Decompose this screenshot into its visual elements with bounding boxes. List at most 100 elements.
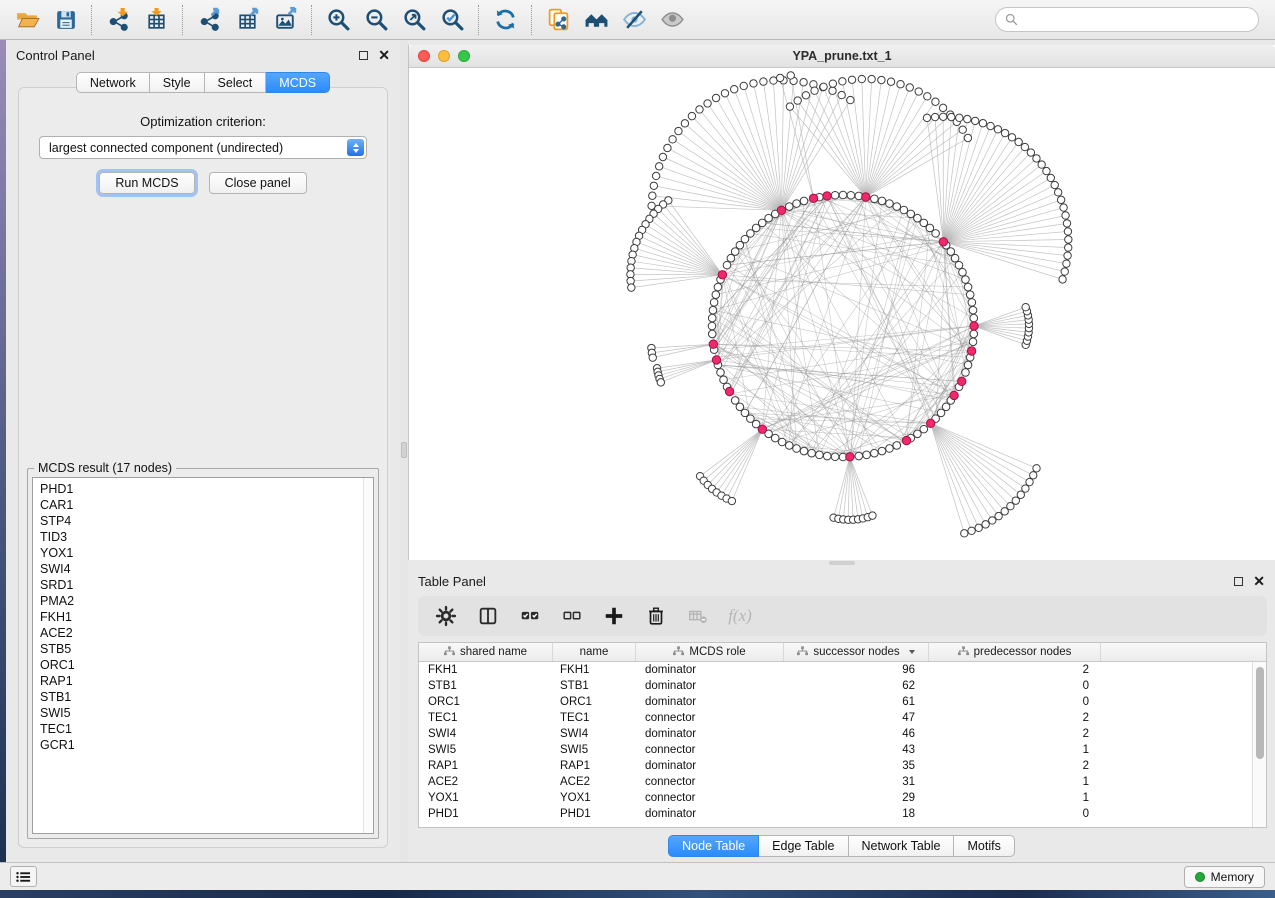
refresh-icon[interactable]: [488, 4, 522, 36]
column-header-name[interactable]: name: [553, 643, 636, 661]
list-item[interactable]: SRD1: [40, 577, 373, 593]
export-image-icon[interactable]: [268, 4, 302, 36]
criterion-dropdown[interactable]: largest connected component (undirected): [39, 136, 367, 159]
list-item[interactable]: YOX1: [40, 545, 373, 561]
table-row[interactable]: YOX1YOX1connector291: [419, 790, 1252, 806]
task-history-button[interactable]: [10, 866, 37, 887]
main-toolbar: [0, 0, 1275, 40]
save-icon[interactable]: [48, 4, 82, 36]
delete-column-icon[interactable]: [642, 602, 670, 630]
list-item[interactable]: TEC1: [40, 721, 373, 737]
table-row[interactable]: ACE2ACE2connector311: [419, 774, 1252, 790]
list-item[interactable]: FKH1: [40, 609, 373, 625]
show-all-icon[interactable]: [655, 4, 689, 36]
mcds-result-list[interactable]: PHD1CAR1STP4TID3YOX1SWI4SRD1PMA2FKH1ACE2…: [32, 477, 374, 834]
node-table-body: FKH1FKH1dominator962STB1STB1dominator620…: [419, 662, 1252, 827]
first-neighbors-icon[interactable]: [579, 4, 613, 36]
list-item[interactable]: ORC1: [40, 657, 373, 673]
deselect-all-icon[interactable]: [558, 602, 586, 630]
list-item[interactable]: ACE2: [40, 625, 373, 641]
import-table-icon[interactable]: [139, 4, 173, 36]
close-window-icon[interactable]: [418, 50, 430, 62]
table-row[interactable]: ORC1ORC1dominator610: [419, 694, 1252, 710]
table-cell: ACE2: [419, 776, 553, 788]
status-bar: Memory: [0, 862, 1275, 890]
list-item[interactable]: STB1: [40, 689, 373, 705]
tab-network[interactable]: Network: [76, 72, 150, 93]
app-window: Control Panel ✕ Network Style Select MCD…: [0, 0, 1275, 898]
zoom-in-icon[interactable]: [321, 4, 355, 36]
open-icon[interactable]: [10, 4, 44, 36]
tab-style[interactable]: Style: [150, 72, 205, 93]
list-item[interactable]: CAR1: [40, 497, 373, 513]
export-network-icon[interactable]: [192, 4, 226, 36]
table-toolbar: f(x): [418, 596, 1267, 636]
table-header-row: shared name name MCDS role successor nod…: [419, 643, 1266, 662]
network-graph[interactable]: [409, 68, 1275, 560]
tab-network-table[interactable]: Network Table: [849, 835, 955, 857]
zoom-fit-icon[interactable]: [397, 4, 431, 36]
list-item[interactable]: STP4: [40, 513, 373, 529]
split-view-icon[interactable]: [474, 602, 502, 630]
select-all-icon[interactable]: [516, 602, 544, 630]
list-item[interactable]: PHD1: [40, 481, 373, 497]
zoom-out-icon[interactable]: [359, 4, 393, 36]
close-panel-icon[interactable]: ✕: [1253, 577, 1265, 586]
tab-select[interactable]: Select: [205, 72, 267, 93]
table-cell: FKH1: [553, 664, 636, 676]
table-row[interactable]: STB1STB1dominator620: [419, 678, 1252, 694]
search-box[interactable]: [995, 7, 1259, 32]
network-window-titlebar[interactable]: YPA_prune.txt_1: [409, 45, 1275, 68]
table-scrollbar[interactable]: [1252, 662, 1266, 827]
list-item[interactable]: SWI5: [40, 705, 373, 721]
close-panel-icon[interactable]: ✕: [378, 51, 390, 60]
splitter-grip[interactable]: [401, 442, 407, 458]
add-column-icon[interactable]: [600, 602, 628, 630]
list-item[interactable]: TID3: [40, 529, 373, 545]
list-item[interactable]: SWI4: [40, 561, 373, 577]
close-panel-button[interactable]: Close panel: [209, 172, 307, 194]
table-cell: 29: [784, 792, 929, 804]
tab-node-table[interactable]: Node Table: [668, 835, 759, 857]
column-header-shared-name[interactable]: shared name: [419, 643, 553, 661]
hide-selected-icon[interactable]: [617, 4, 651, 36]
table-cell: 31: [784, 776, 929, 788]
list-item[interactable]: GCR1: [40, 737, 373, 753]
tab-mcds[interactable]: MCDS: [266, 72, 330, 93]
run-mcds-button[interactable]: Run MCDS: [99, 172, 194, 194]
list-item[interactable]: RAP1: [40, 673, 373, 689]
column-header-successor-nodes[interactable]: successor nodes: [784, 643, 929, 661]
table-row[interactable]: SWI4SWI4dominator462: [419, 726, 1252, 742]
function-builder-icon: f(x): [726, 602, 754, 630]
minimize-window-icon[interactable]: [438, 50, 450, 62]
column-header-predecessor-nodes[interactable]: predecessor nodes: [929, 643, 1101, 661]
vertical-splitter[interactable]: [400, 40, 408, 862]
table-row[interactable]: SWI5SWI5connector431: [419, 742, 1252, 758]
settings-icon[interactable]: [432, 602, 460, 630]
memory-button[interactable]: Memory: [1184, 866, 1265, 888]
list-item[interactable]: STB5: [40, 641, 373, 657]
table-row[interactable]: RAP1RAP1dominator352: [419, 758, 1252, 774]
tab-motifs[interactable]: Motifs: [954, 835, 1014, 857]
scrollbar-thumb[interactable]: [1256, 667, 1264, 759]
splitter-grip[interactable]: [829, 561, 855, 565]
table-row[interactable]: FKH1FKH1dominator962: [419, 662, 1252, 678]
network-file-icon[interactable]: [541, 4, 575, 36]
network-canvas[interactable]: [409, 68, 1275, 560]
list-item[interactable]: PMA2: [40, 593, 373, 609]
table-cell: 2: [929, 664, 1101, 676]
export-table-icon[interactable]: [230, 4, 264, 36]
list-scrollbar[interactable]: [363, 478, 373, 833]
table-row[interactable]: PHD1PHD1dominator180: [419, 806, 1252, 822]
table-cell: 96: [784, 664, 929, 676]
table-cell: dominator: [636, 728, 784, 740]
search-input[interactable]: [1019, 13, 1258, 27]
table-row[interactable]: TEC1TEC1connector472: [419, 710, 1252, 726]
column-header-mcds-role[interactable]: MCDS role: [636, 643, 784, 661]
zoom-selected-icon[interactable]: [435, 4, 469, 36]
import-network-icon[interactable]: [101, 4, 135, 36]
float-panel-icon[interactable]: [1234, 577, 1243, 586]
float-panel-icon[interactable]: [359, 51, 368, 60]
tab-edge-table[interactable]: Edge Table: [759, 835, 848, 857]
maximize-window-icon[interactable]: [458, 50, 470, 62]
